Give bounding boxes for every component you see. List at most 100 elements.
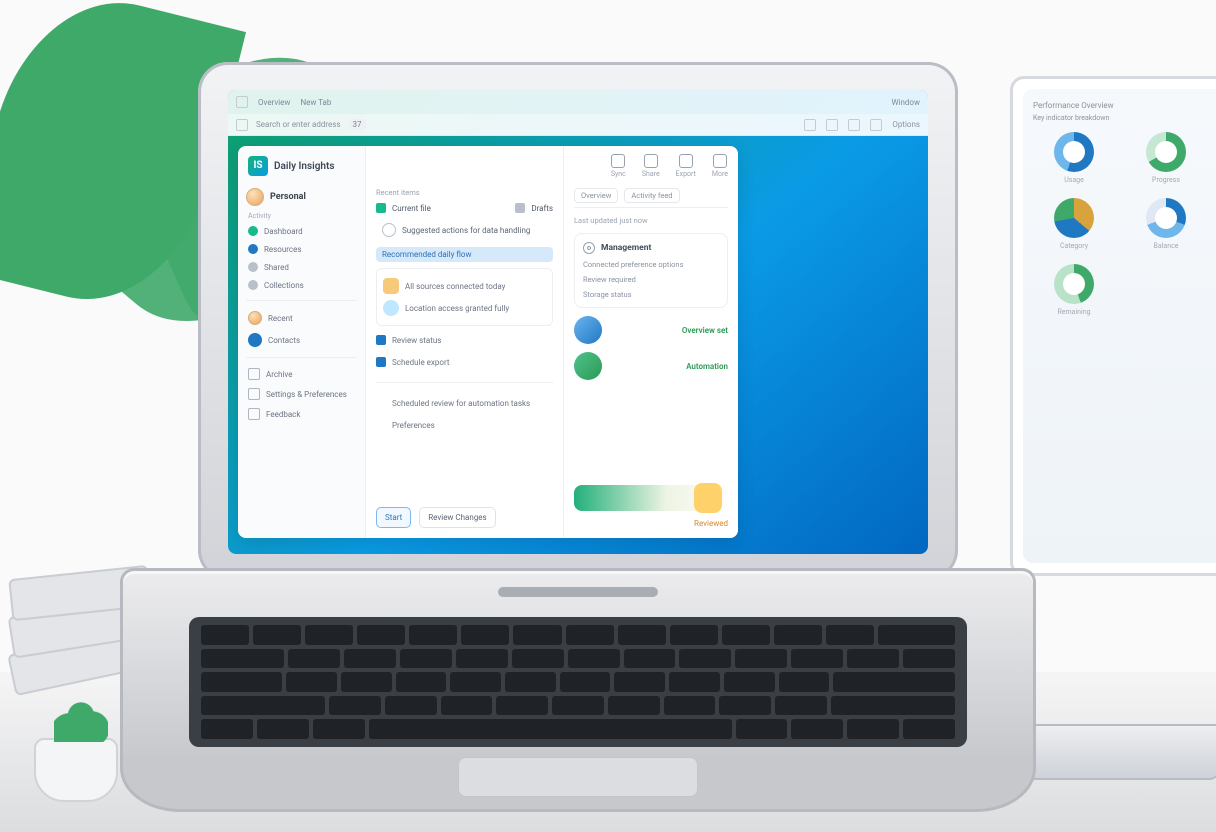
square-icon [376,203,386,213]
mid-heading: Suggested actions for data handling [376,219,553,241]
browser-tab[interactable]: Overview [258,98,290,107]
shield-icon [383,278,399,294]
avatar-icon[interactable] [246,188,264,206]
monitor-title: Performance Overview [1033,101,1207,110]
share-icon [644,154,658,168]
mid-subtitle: Recent items [376,188,553,197]
sidebar-item-archive[interactable]: Archive [246,364,357,384]
sidebar-group-label: Activity [248,212,357,220]
toolbar-icon[interactable] [848,119,860,131]
count-badge: 37 [349,119,366,130]
mid-chip[interactable]: Current file [392,204,431,213]
feature-icon [574,316,602,344]
sidebar-item-recent[interactable]: Recent [246,307,357,329]
keyboard [189,617,967,747]
info-icon [382,223,396,237]
tab-activity[interactable]: Activity feed [624,188,679,203]
gear-icon [248,388,260,400]
panel-middle: Recent items Current file Drafts Suggest… [366,146,564,538]
toolbar-icon[interactable] [826,119,838,131]
dot-icon [248,280,258,290]
review-button[interactable]: Review Changes [419,507,495,528]
laptop-base [120,568,1036,812]
sidebar-item-dashboard[interactable]: Dashboard [246,222,357,240]
browser-tabstrip: Overview New Tab Window [228,90,928,114]
sidebar-item-settings[interactable]: Settings & Preferences [246,384,357,404]
location-icon [383,300,399,316]
gear-icon [583,242,595,254]
sync-icon [611,154,625,168]
address-bar[interactable]: Search or enter address 37 Options [228,114,928,136]
monitor-subtitle: Key indicator breakdown [1033,114,1207,122]
laptop: Overview New Tab Window Search or enter … [198,62,958,802]
toolbar-icon[interactable] [870,119,882,131]
browser-tab[interactable]: New Tab [300,98,331,107]
folder-icon [248,368,260,380]
list-item[interactable]: Scheduled review for automation tasks [376,395,553,411]
external-monitor: Performance Overview Key indicator break… [1010,76,1216,576]
feature-icon [574,352,602,380]
toolbar-label[interactable]: Options [892,120,920,129]
feature-row[interactable]: Overview set [574,316,728,344]
list-item[interactable]: Review status [376,332,553,348]
toolbar-share[interactable]: Share [642,154,660,178]
site-icon [236,119,248,131]
sidebar: Personal Activity Dashboard Resources Sh… [238,146,366,538]
mid-card: All sources connected today Location acc… [376,268,553,326]
toolbar-icon[interactable] [804,119,816,131]
sidebar-item-feedback[interactable]: Feedback [246,404,357,424]
app-window: IS Daily Insights Sync Share Export More… [238,146,738,538]
window-label: Window [891,98,920,107]
person-icon [248,311,262,325]
pie-chart-icon [1146,132,1186,172]
app-header: IS Daily Insights [248,156,335,176]
toolbar-export[interactable]: Export [676,154,696,178]
pie-chart-icon [1146,198,1186,238]
circle-icon [376,398,386,408]
list-item[interactable]: Preferences [376,417,553,433]
laptop-screen: Overview New Tab Window Search or enter … [228,90,928,554]
sidebar-item-contacts[interactable]: Contacts [246,329,357,351]
app-logo-icon: IS [248,156,268,176]
dot-icon [248,226,258,236]
person-icon [248,333,262,347]
square-icon [376,335,386,345]
card-line: Storage status [583,290,719,299]
progress-bar [574,485,728,511]
tab-icon [236,96,248,108]
sidebar-item-collections[interactable]: Collections [246,276,357,294]
progress-marker-icon [694,483,722,513]
app-toolbar: Sync Share Export More [611,154,728,178]
toolbar-sync[interactable]: Sync [611,154,626,178]
dot-icon [248,262,258,272]
square-icon [376,357,386,367]
list-item[interactable]: Schedule export [376,354,553,370]
mid-highlight[interactable]: Recommended daily flow [376,247,553,262]
tab-overview[interactable]: Overview [574,188,618,203]
address-text: Search or enter address [256,120,341,129]
management-card: Management Connected preference options … [574,233,728,308]
pie-chart-icon [1054,264,1094,304]
mid-chip[interactable]: Drafts [531,204,553,213]
square-icon [515,203,525,213]
toolbar-more[interactable]: More [712,154,728,178]
trackpad [458,757,698,797]
export-icon [679,154,693,168]
card-line: Review required [583,275,719,284]
pie-chart-icon [1054,198,1094,238]
sidebar-heading: Personal [270,192,306,202]
right-subtitle: Last updated just now [574,216,728,225]
panel-right: Overview Activity feed Last updated just… [564,146,738,538]
sidebar-item-resources[interactable]: Resources [246,240,357,258]
pie-chart-icon [1054,132,1094,172]
progress-label: Reviewed [574,519,728,528]
chat-icon [248,408,260,420]
dot-icon [248,244,258,254]
app-title: Daily Insights [274,161,335,172]
start-button[interactable]: Start [376,507,411,528]
circle-icon [376,420,386,430]
more-icon [713,154,727,168]
feature-row[interactable]: Automation [574,352,728,380]
card-line: Connected preference options [583,260,719,269]
sidebar-item-shared[interactable]: Shared [246,258,357,276]
